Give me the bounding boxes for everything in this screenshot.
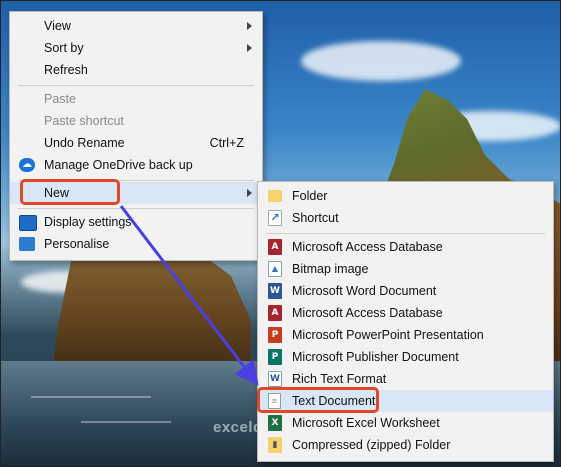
submenu-item-publisher[interactable]: P Microsoft Publisher Document bbox=[258, 346, 553, 368]
rtf-icon: W bbox=[268, 371, 282, 387]
menu-item-shortcut: Ctrl+Z bbox=[209, 136, 244, 150]
chevron-right-icon bbox=[247, 22, 252, 30]
word-icon: W bbox=[268, 283, 282, 299]
menu-item-label: Undo Rename bbox=[44, 136, 125, 150]
shortcut-icon: ↗ bbox=[268, 210, 282, 226]
powerpoint-icon: P bbox=[268, 327, 282, 343]
cloud bbox=[301, 41, 461, 81]
submenu-item-label: Microsoft Publisher Document bbox=[292, 350, 459, 364]
submenu-item-label: Microsoft PowerPoint Presentation bbox=[292, 328, 484, 342]
menu-item-label: Manage OneDrive back up bbox=[44, 158, 193, 172]
submenu-item-word-document[interactable]: W Microsoft Word Document bbox=[258, 280, 553, 302]
menu-item-label: Paste bbox=[44, 92, 76, 106]
submenu-item-folder[interactable]: Folder bbox=[258, 185, 553, 207]
menu-separator bbox=[18, 208, 254, 209]
submenu-item-label: Microsoft Word Document bbox=[292, 284, 437, 298]
water-glint bbox=[81, 421, 171, 423]
submenu-item-label: Bitmap image bbox=[292, 262, 369, 276]
menu-item-label: Refresh bbox=[44, 63, 88, 77]
desktop-context-menu: View Sort by Refresh Paste Paste shortcu… bbox=[9, 11, 263, 261]
submenu-item-bitmap-image[interactable]: ▲ Bitmap image bbox=[258, 258, 553, 280]
access-icon: A bbox=[268, 305, 282, 321]
desktop[interactable]: exceldemy View Sort by Refresh Paste Pas… bbox=[0, 0, 561, 467]
submenu-item-shortcut[interactable]: ↗ Shortcut bbox=[258, 207, 553, 229]
excel-icon: X bbox=[268, 415, 282, 431]
zip-folder-icon: ▮ bbox=[268, 437, 282, 453]
menu-separator bbox=[18, 85, 254, 86]
menu-item-sort-by[interactable]: Sort by bbox=[10, 37, 262, 59]
new-submenu: Folder ↗ Shortcut A Microsoft Access Dat… bbox=[257, 181, 554, 462]
publisher-icon: P bbox=[268, 349, 282, 365]
folder-icon bbox=[268, 190, 282, 202]
submenu-item-label: Compressed (zipped) Folder bbox=[292, 438, 451, 452]
menu-item-manage-onedrive[interactable]: ☁ Manage OneDrive back up bbox=[10, 154, 262, 176]
menu-item-undo-rename[interactable]: Undo Rename Ctrl+Z bbox=[10, 132, 262, 154]
menu-item-paste-shortcut[interactable]: Paste shortcut bbox=[10, 110, 262, 132]
menu-item-paste[interactable]: Paste bbox=[10, 88, 262, 110]
chevron-right-icon bbox=[247, 44, 252, 52]
access-icon: A bbox=[268, 239, 282, 255]
submenu-item-label: Microsoft Access Database bbox=[292, 240, 443, 254]
submenu-item-label: Folder bbox=[292, 189, 328, 203]
submenu-item-excel-worksheet[interactable]: X Microsoft Excel Worksheet bbox=[258, 412, 553, 434]
onedrive-cloud-icon: ☁ bbox=[19, 158, 35, 172]
water-glint bbox=[31, 396, 151, 398]
menu-item-label: Paste shortcut bbox=[44, 114, 124, 128]
submenu-item-label: Microsoft Access Database bbox=[292, 306, 443, 320]
text-document-highlight-callout bbox=[257, 387, 379, 413]
submenu-item-label: Shortcut bbox=[292, 211, 339, 225]
submenu-item-powerpoint[interactable]: P Microsoft PowerPoint Presentation bbox=[258, 324, 553, 346]
personalise-icon bbox=[19, 237, 35, 251]
display-icon bbox=[19, 215, 37, 231]
submenu-item-label: Microsoft Excel Worksheet bbox=[292, 416, 440, 430]
menu-separator bbox=[266, 233, 545, 234]
menu-item-label: Display settings bbox=[44, 215, 132, 229]
menu-item-display-settings[interactable]: Display settings bbox=[10, 211, 262, 233]
menu-item-label: Sort by bbox=[44, 41, 84, 55]
chevron-right-icon bbox=[247, 189, 252, 197]
submenu-item-access-database[interactable]: A Microsoft Access Database bbox=[258, 236, 553, 258]
menu-item-refresh[interactable]: Refresh bbox=[10, 59, 262, 81]
submenu-item-access-database-2[interactable]: A Microsoft Access Database bbox=[258, 302, 553, 324]
menu-item-label: View bbox=[44, 19, 71, 33]
menu-item-personalise[interactable]: Personalise bbox=[10, 233, 262, 255]
menu-item-view[interactable]: View bbox=[10, 15, 262, 37]
new-highlight-callout bbox=[20, 179, 120, 205]
submenu-item-zip-folder[interactable]: ▮ Compressed (zipped) Folder bbox=[258, 434, 553, 456]
menu-item-label: Personalise bbox=[44, 237, 110, 251]
bitmap-icon: ▲ bbox=[268, 261, 282, 277]
